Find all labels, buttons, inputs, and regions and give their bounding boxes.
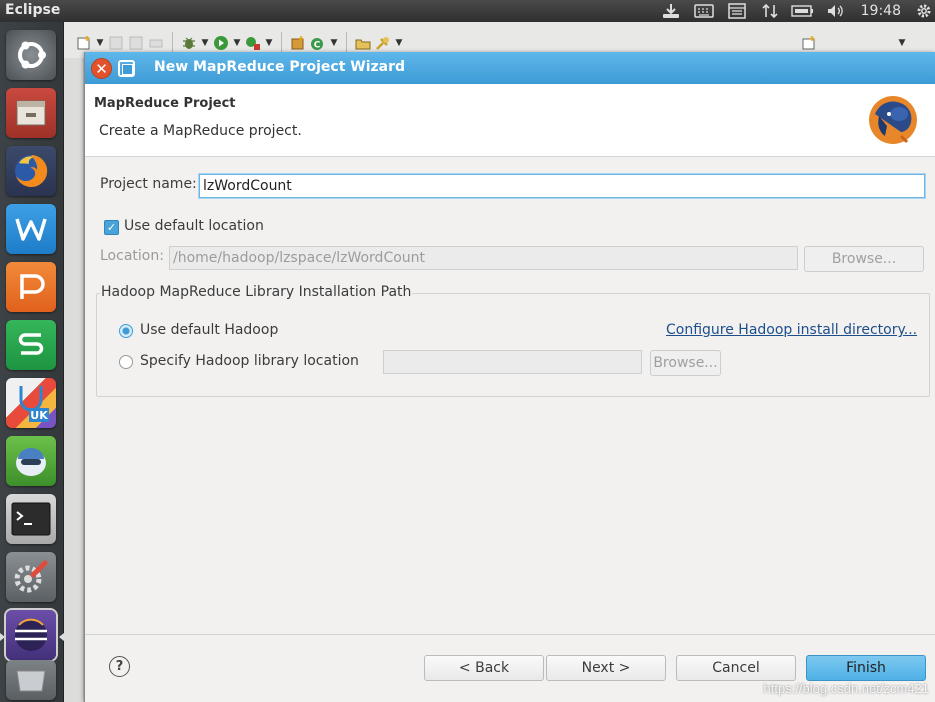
top-panel: Eclipse 19:48	[0, 0, 935, 22]
hadoop-library-group	[96, 293, 930, 397]
svg-text:C: C	[314, 41, 321, 51]
software-updater-icon[interactable]	[6, 436, 56, 486]
running-indicator	[0, 633, 5, 641]
hadoop-library-browse-button: Browse...	[650, 350, 721, 376]
settings-gear-icon[interactable]	[913, 0, 935, 22]
location-input	[169, 246, 798, 270]
wizard-page-description: Create a MapReduce project.	[99, 123, 302, 139]
system-tray: 19:48	[655, 0, 935, 22]
svg-text:UK: UK	[30, 409, 48, 422]
network-transfer-icon[interactable]	[754, 0, 787, 22]
specify-hadoop-location-radio[interactable]	[119, 355, 133, 369]
wps-spreadsheet-icon[interactable]	[6, 320, 56, 370]
open-type-icon[interactable]	[353, 33, 373, 53]
external-tools-dropdown-icon[interactable]: ▼	[263, 33, 275, 53]
print-icon	[146, 33, 166, 53]
new-dropdown-icon[interactable]: ▼	[94, 33, 106, 53]
external-tools-icon[interactable]	[243, 33, 263, 53]
wps-writer-icon[interactable]	[6, 204, 56, 254]
new-java-package-icon[interactable]	[288, 33, 308, 53]
volume-icon[interactable]	[820, 0, 853, 22]
finish-button[interactable]: Finish	[806, 655, 926, 681]
clock[interactable]: 19:48	[853, 0, 913, 22]
search-dropdown-icon[interactable]: ▼	[393, 33, 405, 53]
toolbar-separator	[346, 32, 347, 54]
cancel-button[interactable]: Cancel	[676, 655, 796, 681]
keyboard-icon[interactable]	[688, 0, 721, 22]
use-default-location-checkbox[interactable]: ✓	[104, 220, 119, 235]
system-settings-icon[interactable]	[6, 552, 56, 602]
trash-icon[interactable]	[6, 660, 56, 700]
project-name-label: Project name:	[100, 176, 197, 192]
new-icon[interactable]	[74, 33, 94, 53]
search-icon[interactable]	[373, 33, 393, 53]
specify-hadoop-location-label: Specify Hadoop library location	[140, 353, 359, 369]
project-name-input[interactable]	[199, 174, 925, 198]
wizard-header: MapReduce Project Create a MapReduce pro…	[85, 84, 935, 157]
wizard-page-title: MapReduce Project	[94, 96, 236, 111]
watermark: https://blog.csdn.net/zcm421	[763, 681, 929, 696]
dialog-title: New MapReduce Project Wizard	[154, 59, 406, 75]
toolbar-separator	[281, 32, 282, 54]
files-icon[interactable]	[6, 88, 56, 138]
run-dropdown-icon[interactable]: ▼	[231, 33, 243, 53]
debug-icon[interactable]	[179, 33, 199, 53]
battery-icon[interactable]	[787, 0, 820, 22]
location-label: Location:	[100, 248, 164, 264]
new-class-dropdown-icon[interactable]: ▼	[328, 33, 340, 53]
ubuntu-dash-icon[interactable]	[6, 30, 56, 80]
download-icon[interactable]	[655, 0, 688, 22]
hadoop-elephant-logo-icon	[869, 96, 917, 144]
back-button[interactable]: < Back	[424, 655, 544, 681]
next-button[interactable]: Next >	[546, 655, 666, 681]
wps-presentation-icon[interactable]	[6, 262, 56, 312]
use-default-hadoop-label: Use default Hadoop	[140, 322, 279, 338]
calendar-icon[interactable]	[721, 0, 754, 22]
eclipse-icon[interactable]	[6, 610, 56, 660]
location-browse-button: Browse...	[804, 246, 924, 272]
hadoop-library-location-input	[383, 350, 642, 374]
hadoop-library-group-legend: Hadoop MapReduce Library Installation Pa…	[100, 284, 413, 300]
toolbar-separator	[172, 32, 173, 54]
ubuntu-kylin-store-icon[interactable]: UK	[6, 378, 56, 428]
open-perspective-icon[interactable]	[799, 33, 819, 53]
use-default-location-label: Use default location	[124, 218, 264, 234]
footer-separator	[85, 634, 935, 635]
view-menu-dropdown-icon[interactable]: ▼	[896, 33, 908, 53]
launcher: UK	[0, 22, 64, 702]
terminal-icon[interactable]	[6, 494, 56, 544]
save-icon	[106, 33, 126, 53]
save-all-icon	[126, 33, 146, 53]
help-icon[interactable]: ?	[109, 656, 130, 677]
dialog-titlebar: ✕ New MapReduce Project Wizard	[85, 52, 935, 84]
new-java-class-icon[interactable]: C	[308, 33, 328, 53]
debug-dropdown-icon[interactable]: ▼	[199, 33, 211, 53]
active-app-name: Eclipse	[5, 2, 61, 18]
close-icon[interactable]: ✕	[91, 58, 112, 79]
maximize-icon[interactable]	[118, 60, 135, 77]
use-default-hadoop-radio[interactable]	[119, 324, 133, 338]
new-mapreduce-project-dialog: ✕ New MapReduce Project Wizard MapReduce…	[84, 52, 935, 702]
run-icon[interactable]	[211, 33, 231, 53]
configure-hadoop-install-link[interactable]: Configure Hadoop install directory...	[666, 322, 917, 338]
firefox-icon[interactable]	[6, 146, 56, 196]
eclipse-side-strip	[64, 58, 84, 702]
